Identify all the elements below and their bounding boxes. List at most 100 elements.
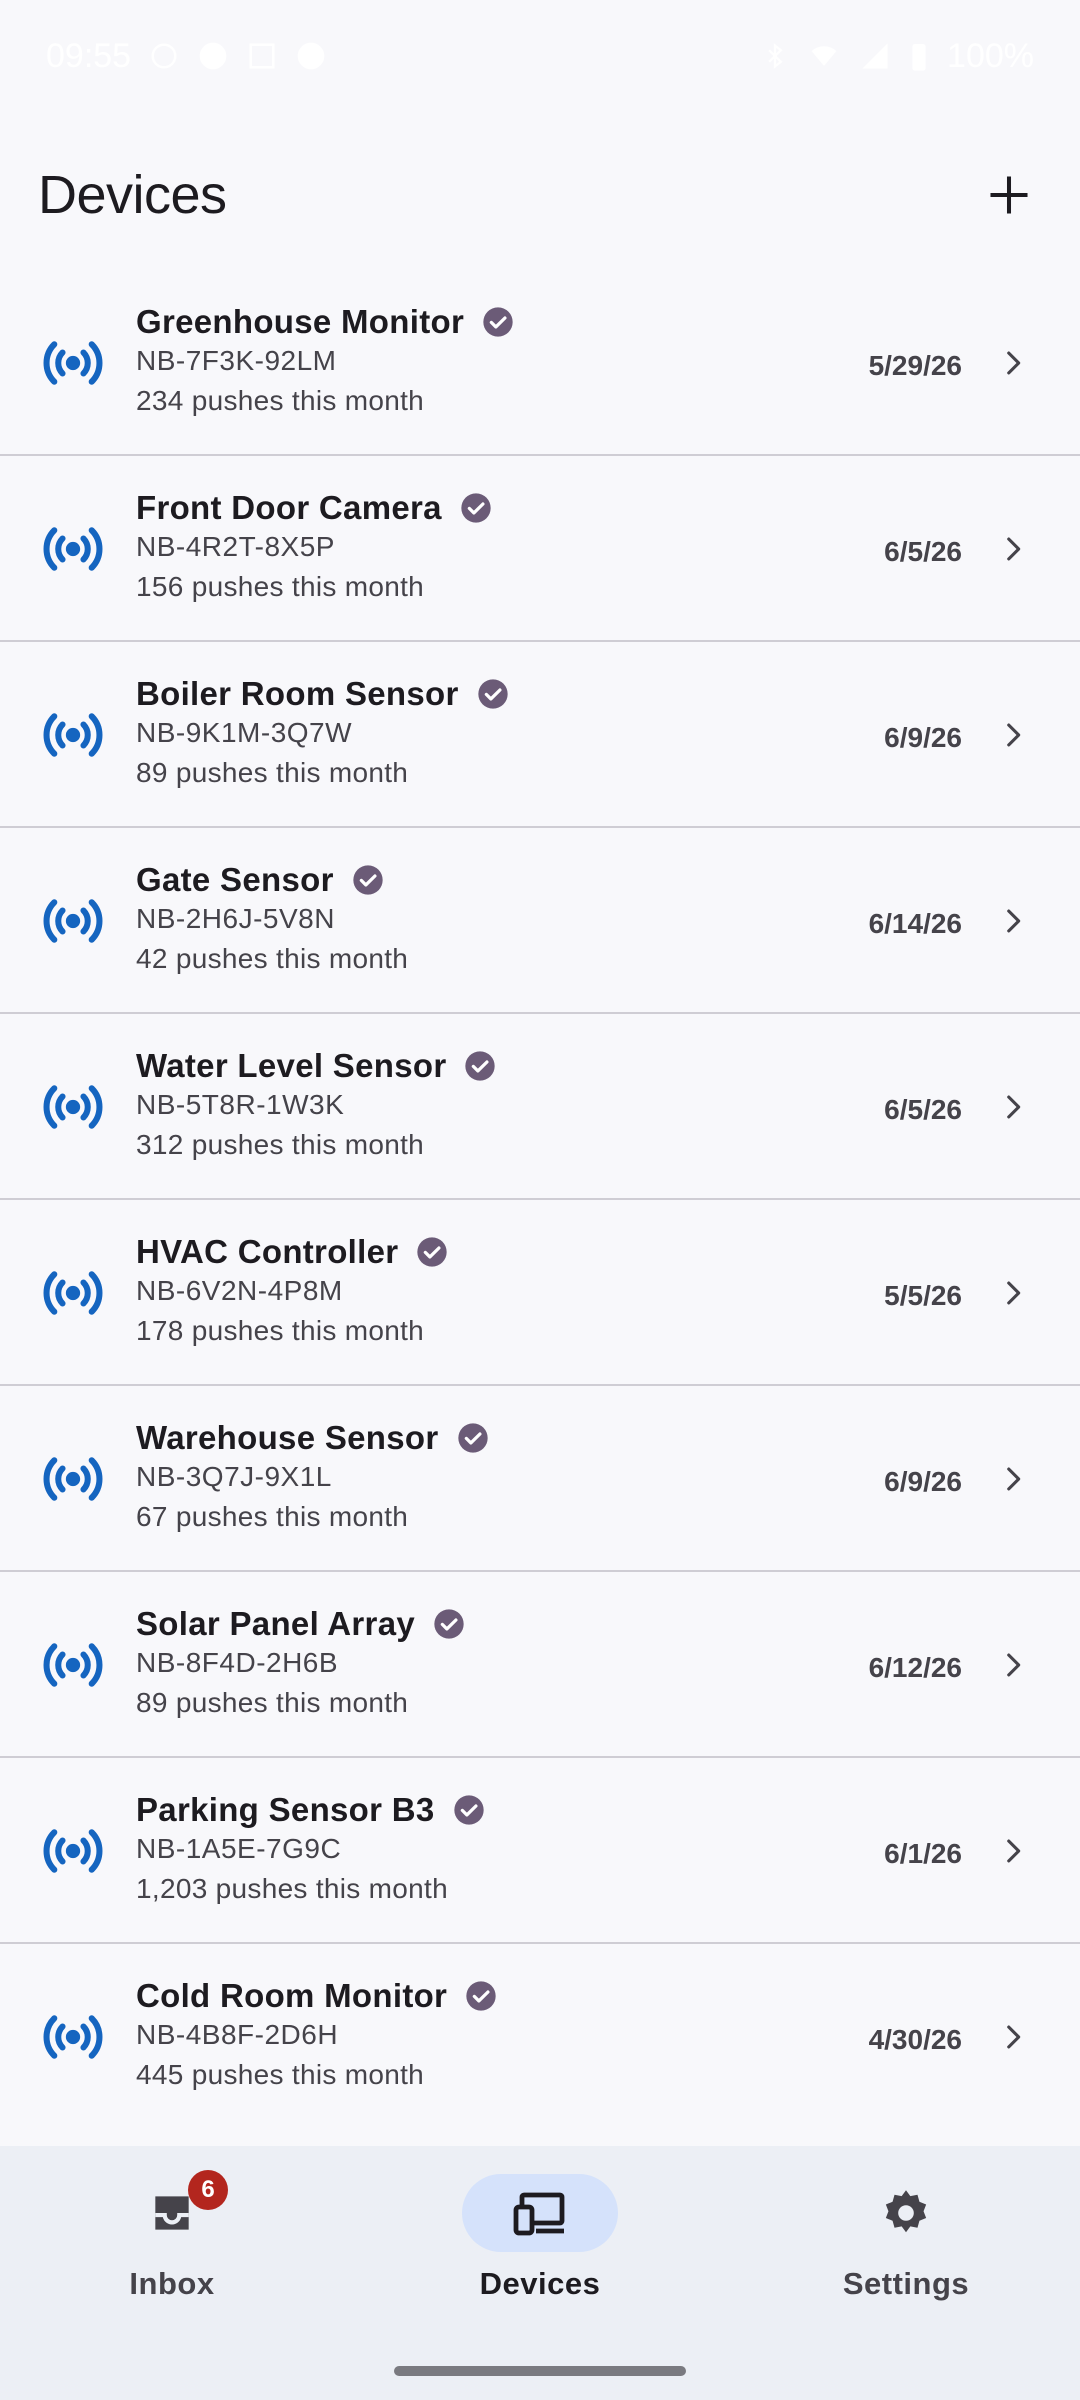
verified-check-icon (461, 493, 491, 523)
home-indicator[interactable] (394, 2366, 686, 2376)
device-row[interactable]: Water Level Sensor NB-5T8R-1W3K 312 push… (0, 1014, 1080, 1200)
device-name: HVAC Controller (136, 1233, 399, 1270)
page-title: Devices (38, 165, 227, 225)
verified-check-icon (457, 1423, 488, 1453)
verified-check-icon (434, 1609, 464, 1639)
image-icon (247, 41, 277, 71)
device-id: NB-1A5E-7G9C (136, 1833, 342, 1864)
nav-inbox-label: Inbox (129, 2266, 215, 2301)
signal-broadcast-icon (43, 527, 103, 571)
device-name: Gate Sensor (136, 861, 334, 898)
device-date: 5/5/26 (884, 1280, 962, 1311)
device-date: 6/9/26 (884, 722, 962, 753)
device-push-count: 156 pushes this month (136, 571, 425, 602)
chevron-right-icon (1007, 351, 1021, 375)
verified-check-icon (353, 865, 383, 895)
device-name: Water Level Sensor (136, 1047, 447, 1084)
device-name: Parking Sensor B3 (136, 1791, 435, 1828)
device-row[interactable]: Solar Panel Array NB-8F4D-2H6B 89 pushes… (0, 1572, 1080, 1758)
device-name: Boiler Room Sensor (136, 675, 459, 712)
info-icon (197, 40, 229, 72)
device-date: 6/5/26 (884, 536, 962, 567)
nav-devices-label: Devices (479, 2266, 601, 2301)
signal-broadcast-icon (43, 1643, 103, 1687)
device-row[interactable]: Boiler Room Sensor NB-9K1M-3Q7W 89 pushe… (0, 642, 1080, 828)
chevron-right-icon (1007, 1281, 1021, 1305)
signal-broadcast-icon (43, 1457, 103, 1501)
device-name: Warehouse Sensor (136, 1419, 439, 1456)
device-row[interactable]: Cold Room Monitor NB-4B8F-2D6H 445 pushe… (0, 1944, 1080, 2092)
device-row[interactable]: HVAC Controller NB-6V2N-4P8M 178 pushes … (0, 1200, 1080, 1386)
chevron-right-icon (1007, 2025, 1021, 2049)
device-row[interactable]: Parking Sensor B3 NB-1A5E-7G9C 1,203 pus… (0, 1758, 1080, 1944)
app-header: Devices (0, 130, 1080, 260)
chevron-right-icon (1007, 1653, 1021, 1677)
device-id: NB-4R2T-8X5P (136, 531, 335, 562)
bluetooth-icon (761, 41, 789, 71)
device-push-count: 1,203 pushes this month (136, 1873, 448, 1904)
signal-broadcast-icon (43, 341, 103, 385)
device-date: 6/14/26 (868, 908, 962, 939)
bottom-navigation: 6 Inbox Devices Settings (0, 2146, 1080, 2400)
device-row[interactable]: Greenhouse Monitor NB-7F3K-92LM 234 push… (0, 270, 1080, 456)
device-push-count: 445 pushes this month (136, 2059, 425, 2090)
device-push-count: 67 pushes this month (136, 1501, 409, 1532)
signal-broadcast-icon (43, 1271, 103, 1315)
device-date: 6/1/26 (884, 1838, 962, 1869)
nav-settings-label: Settings (842, 2266, 970, 2301)
status-bar: 09:55 100% (0, 0, 1080, 112)
devices-icon (513, 2192, 565, 2236)
device-id: NB-4B8F-2D6H (136, 2019, 339, 2050)
device-push-count: 89 pushes this month (136, 1687, 409, 1718)
nav-settings[interactable]: Settings (756, 2174, 1056, 2324)
chevron-right-icon (1007, 1467, 1021, 1491)
device-id: NB-6V2N-4P8M (136, 1275, 343, 1306)
gear-icon (885, 2190, 927, 2233)
device-row[interactable]: Warehouse Sensor NB-3Q7J-9X1L 67 pushes … (0, 1386, 1080, 1572)
device-date: 6/9/26 (884, 1466, 962, 1497)
verified-check-icon (465, 1051, 496, 1081)
chevron-right-icon (1007, 1839, 1021, 1863)
signal-broadcast-icon (43, 2015, 103, 2059)
wifi-icon (807, 41, 841, 71)
device-push-count: 178 pushes this month (136, 1315, 425, 1346)
verified-check-icon (483, 307, 513, 337)
device-id: NB-2H6J-5V8N (136, 903, 335, 934)
nav-devices[interactable]: Devices (390, 2174, 690, 2324)
device-list: Greenhouse Monitor NB-7F3K-92LM 234 push… (0, 270, 1080, 2092)
device-date: 6/12/26 (868, 1652, 962, 1683)
device-push-count: 234 pushes this month (136, 385, 425, 416)
chevron-right-icon (1007, 1095, 1021, 1119)
signal-icon (859, 41, 891, 71)
plus-icon (990, 176, 1028, 214)
verified-check-icon (417, 1237, 448, 1267)
device-date: 4/30/26 (868, 2024, 962, 2055)
status-time: 09:55 (46, 36, 132, 75)
chevron-right-icon (1007, 909, 1021, 933)
signal-broadcast-icon (43, 713, 103, 757)
signal-broadcast-icon (43, 899, 103, 943)
device-id: NB-5T8R-1W3K (136, 1089, 345, 1120)
device-id: NB-3Q7J-9X1L (136, 1461, 332, 1492)
device-push-count: 312 pushes this month (136, 1129, 425, 1160)
verified-check-icon (477, 679, 508, 709)
device-name: Greenhouse Monitor (136, 303, 465, 340)
device-date: 5/29/26 (868, 350, 962, 381)
info-icon (295, 40, 327, 72)
verified-check-icon (466, 1981, 496, 2011)
device-id: NB-7F3K-92LM (136, 345, 337, 376)
device-id: NB-8F4D-2H6B (136, 1647, 339, 1678)
verified-check-icon (453, 1795, 484, 1825)
chevron-right-icon (1007, 537, 1021, 561)
device-row[interactable]: Gate Sensor NB-2H6J-5V8N 42 pushes this … (0, 828, 1080, 1014)
chevron-right-icon (1007, 723, 1021, 747)
battery-icon (909, 40, 929, 72)
signal-broadcast-icon (43, 1829, 103, 1873)
device-name: Cold Room Monitor (136, 1977, 448, 2014)
nav-inbox[interactable]: 6 Inbox (22, 2170, 322, 2324)
signal-broadcast-icon (43, 1085, 103, 1129)
add-device-button[interactable] (974, 160, 1044, 230)
battery-level: 100% (947, 36, 1034, 75)
device-push-count: 42 pushes this month (136, 943, 409, 974)
device-row[interactable]: Front Door Camera NB-4R2T-8X5P 156 pushe… (0, 456, 1080, 642)
